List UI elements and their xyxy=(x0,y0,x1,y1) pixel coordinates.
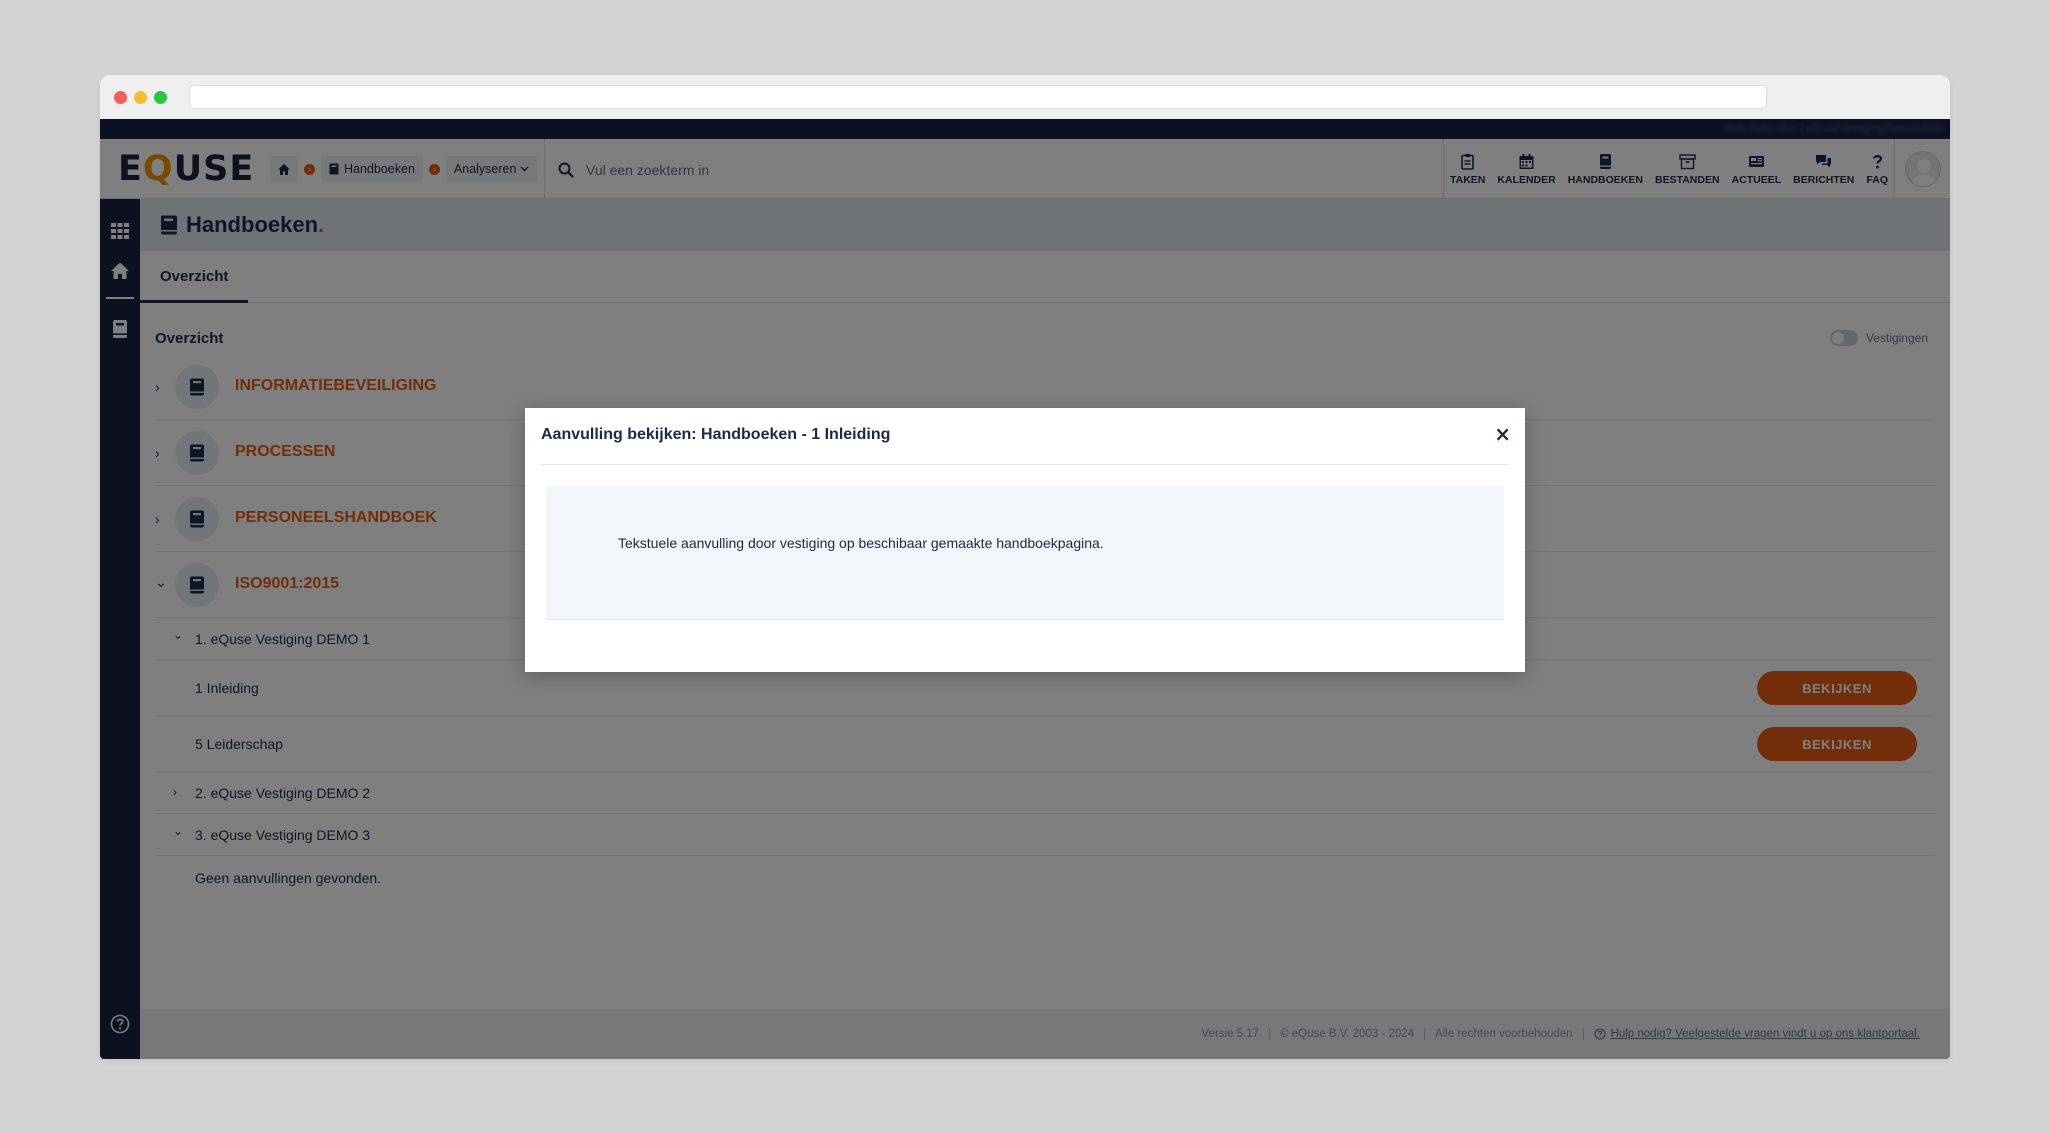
close-icon[interactable]: × xyxy=(1494,424,1511,444)
maximize-window-button[interactable] xyxy=(154,91,167,104)
minimize-window-button[interactable] xyxy=(134,91,147,104)
address-bar[interactable] xyxy=(189,85,1767,109)
close-window-button[interactable] xyxy=(114,91,127,104)
modal-title: Aanvulling bekijken: Handboeken - 1 Inle… xyxy=(541,426,891,443)
browser-toolbar xyxy=(100,75,1950,119)
aanvulling-modal: Aanvulling bekijken: Handboeken - 1 Inle… xyxy=(525,408,1525,672)
modal-body-text: Tekstuele aanvulling door vestiging op b… xyxy=(618,535,1104,551)
browser-window: Web Gebruiker | eQuseVestigingDemoAdmin … xyxy=(100,75,1950,1059)
app: Web Gebruiker | eQuseVestigingDemoAdmin … xyxy=(100,119,1950,1059)
divider xyxy=(541,464,1509,465)
modal-body: Tekstuele aanvulling door vestiging op b… xyxy=(546,486,1504,620)
